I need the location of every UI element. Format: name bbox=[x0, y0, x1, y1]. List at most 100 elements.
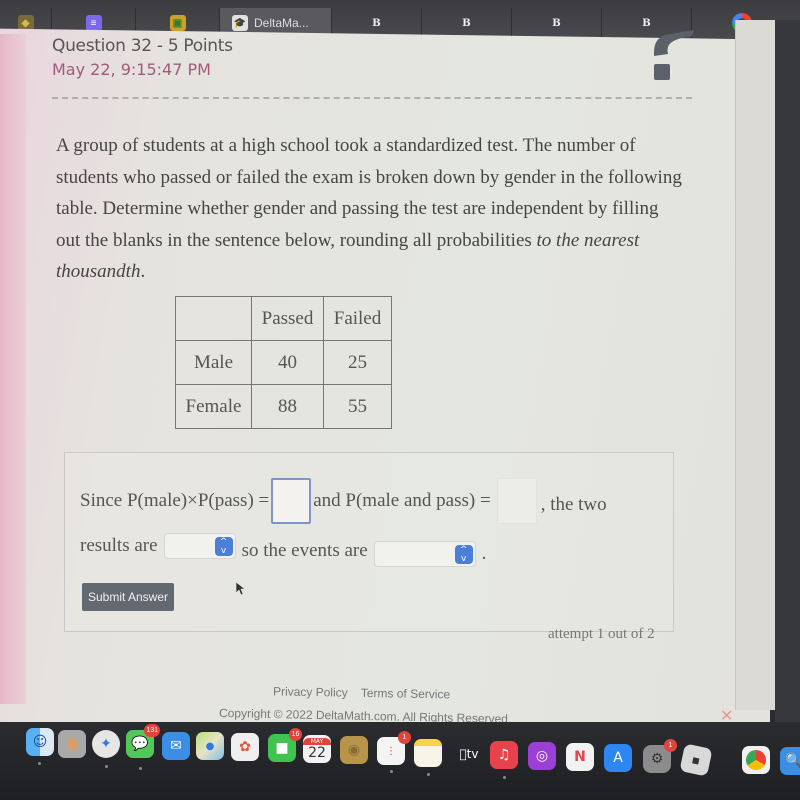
cell-male-failed: 25 bbox=[323, 340, 392, 385]
dock-news[interactable]: N bbox=[566, 743, 594, 771]
dock-notes[interactable] bbox=[414, 739, 442, 767]
chrome-icon bbox=[746, 750, 766, 770]
problem-period: . bbox=[140, 261, 146, 282]
question-header: Question 32 - 5 Points May 22, 9:15:47 P… bbox=[52, 36, 233, 79]
tab-label: DeltaMa... bbox=[254, 16, 309, 30]
dock-music[interactable]: ♫ bbox=[490, 741, 518, 769]
notification-badge: 1 bbox=[398, 731, 411, 744]
cell-female-passed: 88 bbox=[251, 384, 324, 429]
answer-text-4: results are bbox=[80, 535, 158, 556]
b-icon: B bbox=[372, 17, 381, 29]
notification-badge: 131 bbox=[144, 724, 160, 737]
dock-contacts[interactable]: ◉ bbox=[340, 736, 368, 764]
mouse-cursor-icon bbox=[236, 582, 246, 596]
running-indicator bbox=[139, 767, 142, 770]
dock-maps[interactable]: ● bbox=[196, 732, 224, 760]
dock-preview[interactable]: 🔍 bbox=[780, 747, 800, 775]
help-question-icon[interactable] bbox=[648, 22, 696, 84]
answer-text-5: so the events are bbox=[241, 540, 368, 561]
calendar-day: 22 bbox=[308, 744, 326, 761]
preview-icon: 🔍 bbox=[785, 753, 800, 769]
dock-launchpad[interactable]: ▦ bbox=[58, 730, 86, 758]
app-store-icon: A bbox=[613, 750, 623, 766]
table-row: Male 40 25 bbox=[175, 340, 392, 385]
google-docs-icon: ≡ bbox=[85, 15, 102, 31]
dock-podcasts[interactable]: ◎ bbox=[528, 742, 556, 770]
p-male-and-pass-input[interactable] bbox=[496, 478, 537, 524]
dock-mail[interactable]: ✉ bbox=[162, 732, 190, 760]
question-title: Question 32 - 5 Points bbox=[52, 36, 233, 56]
column-header-passed: Passed bbox=[251, 296, 324, 341]
cell-female-failed: 55 bbox=[323, 384, 392, 429]
podcasts-icon: ◎ bbox=[535, 748, 549, 764]
table-corner bbox=[175, 296, 252, 341]
table-row: Female 88 55 bbox=[175, 384, 392, 429]
answer-text-1: Since P(male)×P(pass) = bbox=[80, 490, 270, 511]
b-icon: B bbox=[552, 17, 561, 29]
attempt-counter: attempt 1 out of 2 bbox=[548, 626, 655, 642]
running-indicator bbox=[105, 765, 108, 768]
answer-text-3: , the two bbox=[540, 494, 607, 515]
running-indicator bbox=[427, 773, 430, 776]
contingency-table: Passed Failed Male 40 25 Female 88 55 bbox=[175, 296, 392, 429]
terms-of-service-link[interactable]: Terms of Service bbox=[361, 686, 451, 702]
macos-dock: ☺ ▦ ✦ 💬 131 ✉ ● ✿ ■ 16 MAY 22 ◉ ⋮ 1 tv … bbox=[0, 722, 800, 800]
column-header-failed: Failed bbox=[323, 296, 392, 341]
notification-badge: 1 bbox=[664, 739, 677, 752]
table-header-row: Passed Failed bbox=[175, 296, 392, 341]
safari-compass-icon: ✦ bbox=[100, 736, 112, 752]
header-divider bbox=[52, 97, 692, 99]
page-edge bbox=[0, 34, 26, 704]
select-chevron-icon: ^ v bbox=[454, 545, 473, 564]
notification-badge: 16 bbox=[289, 728, 302, 741]
dock-facetime[interactable]: ■ 16 bbox=[268, 728, 302, 762]
answer-text-6: . bbox=[481, 543, 487, 564]
submit-answer-button[interactable]: Submit Answer bbox=[82, 583, 174, 611]
events-independence-select[interactable]: ^ v bbox=[373, 541, 476, 567]
facetime-camera-icon: ■ bbox=[275, 740, 289, 756]
dock-calendar[interactable]: MAY 22 bbox=[303, 735, 331, 763]
row-label-female: Female bbox=[175, 384, 252, 429]
roblox-icon: ■ bbox=[691, 754, 701, 766]
reminders-list-icon: ⋮ bbox=[386, 745, 396, 757]
calendar-month: MAY bbox=[303, 737, 331, 745]
running-indicator bbox=[38, 762, 41, 765]
dock-reminders[interactable]: ⋮ 1 bbox=[377, 731, 411, 765]
dock-photos[interactable]: ✿ bbox=[231, 733, 259, 761]
maps-icon: ● bbox=[205, 740, 215, 752]
right-panel bbox=[735, 20, 775, 710]
b-icon: B bbox=[462, 17, 471, 29]
running-indicator bbox=[390, 770, 393, 773]
privacy-policy-link[interactable]: Privacy Policy bbox=[273, 684, 348, 699]
running-indicator bbox=[503, 776, 506, 779]
problem-statement: A group of students at a high school too… bbox=[56, 130, 686, 288]
dock-finder[interactable]: ☺ bbox=[26, 728, 54, 756]
cell-male-passed: 40 bbox=[251, 340, 324, 385]
scrollbar[interactable] bbox=[775, 20, 800, 740]
dock-messages[interactable]: 💬 131 bbox=[126, 724, 160, 758]
music-note-icon: ♫ bbox=[497, 747, 511, 763]
messages-icon: 💬 bbox=[131, 736, 149, 752]
results-comparison-select[interactable]: ^ v bbox=[163, 533, 236, 559]
tab-b-2[interactable]: B bbox=[422, 8, 512, 38]
dock-apple-tv[interactable]: tv bbox=[452, 740, 486, 768]
deltamath-icon: 🎓 bbox=[232, 15, 248, 31]
answer-sentence-line-2: results are ^ v so the events are ^ v . bbox=[80, 525, 660, 567]
tab-b-3[interactable]: B bbox=[512, 8, 602, 38]
launchpad-icon: ▦ bbox=[66, 737, 78, 751]
dock-app-store[interactable]: A bbox=[604, 744, 632, 772]
mail-envelope-icon: ✉ bbox=[170, 738, 182, 754]
row-label-male: Male bbox=[175, 340, 252, 385]
photos-flower-icon: ✿ bbox=[239, 739, 251, 755]
select-chevron-icon: ^ v bbox=[214, 537, 233, 556]
dock-roblox[interactable]: ■ bbox=[679, 743, 713, 777]
answer-text-2: and P(male and pass) = bbox=[313, 490, 491, 511]
gear-icon: ⚙ bbox=[650, 751, 664, 767]
apple-tv-icon: tv bbox=[459, 747, 478, 761]
dock-system-preferences[interactable]: ⚙ 1 bbox=[643, 739, 677, 773]
answer-sentence-line-1: Since P(male)×P(pass) = and P(male and p… bbox=[80, 478, 660, 524]
contacts-icon: ◉ bbox=[347, 742, 361, 758]
dock-safari[interactable]: ✦ bbox=[92, 730, 120, 758]
dock-chrome[interactable] bbox=[742, 746, 770, 774]
p-male-times-p-pass-input[interactable] bbox=[271, 478, 312, 524]
